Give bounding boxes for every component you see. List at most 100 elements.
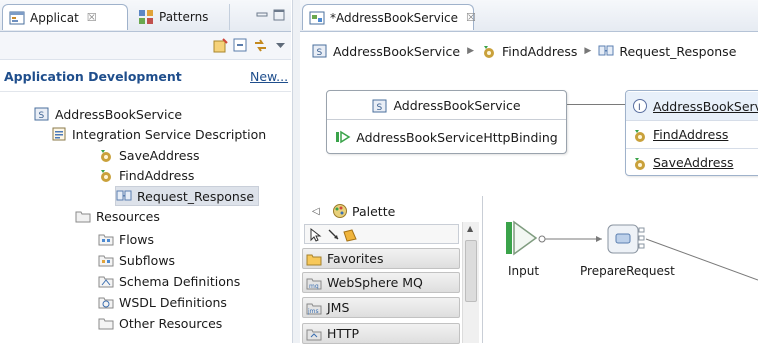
left-view-toolbar [0, 32, 291, 60]
tree-item-other-resources[interactable]: Other Resources [98, 313, 222, 333]
maximize-icon[interactable] [272, 8, 286, 22]
tab-patterns[interactable]: Patterns [132, 4, 230, 30]
gear-operation-icon [98, 167, 114, 183]
connection-tool-icon[interactable] [326, 227, 342, 243]
subflows-folder-icon [98, 252, 114, 268]
tree-item-label: Other Resources [119, 315, 223, 331]
tree-item-label: Schema Definitions [119, 273, 241, 289]
folder-icon: jms [306, 300, 322, 316]
tree-item-label: Subflows [119, 252, 176, 268]
svg-text:mq: mq [309, 283, 319, 290]
tree-item-label: Flows [119, 231, 155, 247]
breadcrumb-item[interactable]: Request_Response [619, 44, 736, 59]
tree-item-label: Integration Service Description [72, 126, 267, 142]
collapse-all-icon[interactable] [232, 37, 249, 54]
tree-item-wsdl-definitions[interactable]: WSDL Definitions [98, 292, 227, 312]
gear-operation-icon [98, 147, 114, 163]
gear-operation-icon [632, 127, 648, 143]
drawer-label: JMS [327, 300, 350, 315]
input-node-icon[interactable] [504, 218, 542, 258]
service-icon: S [312, 43, 328, 59]
tree-item-schema-definitions[interactable]: Schema Definitions [98, 271, 240, 291]
prepare-request-node-label: PrepareRequest [580, 264, 675, 278]
scroll-up-icon[interactable]: ▲ [467, 224, 473, 233]
binding-row[interactable]: AddressBookServiceHttpBinding [327, 123, 566, 151]
palette-collapse-icon[interactable]: ◁ [312, 206, 320, 217]
tree-item-saveaddress[interactable]: SaveAddress [98, 145, 199, 165]
tree-item-label: SaveAddress [119, 147, 200, 163]
breadcrumb-item[interactable]: AddressBookService [333, 44, 460, 59]
flows-folder-icon [98, 231, 114, 247]
tree-item-flows[interactable]: Flows [98, 229, 154, 249]
link-with-editor-icon[interactable] [252, 37, 269, 54]
tree-item-findaddress[interactable]: FindAddress [98, 165, 194, 185]
folder-icon: mq [306, 275, 322, 291]
select-tool-icon[interactable] [308, 227, 324, 243]
isd-icon [51, 126, 67, 142]
palette: ◁ Palette Favorites mq WebSphere MQ jms … [300, 196, 483, 344]
close-icon[interactable]: ☒ [87, 11, 97, 24]
drawer-label: HTTP [327, 326, 359, 341]
folder-icon [75, 208, 91, 224]
tab-label: Applicat [30, 10, 79, 25]
interface-title[interactable]: AddressBookServ [653, 99, 758, 114]
application-view-icon [9, 10, 25, 26]
editor-tab-label: *AddressBookService [330, 10, 459, 25]
tree-item-label: Request_Response [137, 188, 255, 204]
tree-item-label: Resources [96, 208, 160, 224]
binding-icon [335, 129, 351, 145]
svg-text:S: S [317, 48, 323, 58]
palette-drawer-jms[interactable]: jms JMS [302, 297, 460, 318]
editor-tab-addressbookservice[interactable]: *AddressBookService ☒ [302, 4, 476, 30]
tree-item-subflows[interactable]: Subflows [98, 250, 175, 270]
tree-item-addressbookservice[interactable]: S AddressBookService [34, 104, 182, 124]
tree-item-label: FindAddress [119, 167, 195, 183]
breadcrumb-item[interactable]: FindAddress [502, 44, 577, 59]
tree-item-request-response[interactable]: Request_Response [115, 186, 260, 206]
palette-scrollbar[interactable]: ▲ [462, 222, 479, 343]
svg-text:S: S [39, 111, 45, 121]
view-sash[interactable] [292, 0, 300, 343]
interface-box[interactable]: I AddressBookServ FindAddress SaveAddres… [625, 90, 758, 176]
tree-item-isd[interactable]: Integration Service Description [51, 124, 266, 144]
prepare-request-node-icon[interactable] [604, 222, 646, 256]
tree-item-label: AddressBookService [55, 106, 183, 122]
tree-item-resources[interactable]: Resources [75, 206, 160, 226]
tab-application[interactable]: Applicat ☒ [2, 4, 128, 30]
service-interface-connector [567, 104, 625, 105]
palette-drawer-favorites[interactable]: Favorites [302, 248, 460, 269]
drawer-label: WebSphere MQ [327, 275, 423, 290]
operation-link[interactable]: SaveAddress [653, 155, 733, 170]
svg-text:jms: jms [307, 308, 319, 315]
svg-text:I: I [638, 103, 641, 113]
editor-tabbar: *AddressBookService ☒ [300, 0, 758, 32]
minimize-icon[interactable] [255, 8, 269, 22]
request-response-icon [116, 188, 132, 204]
breadcrumb-separator-icon: ▶ [584, 46, 592, 56]
service-icon: S [34, 106, 50, 122]
interface-title-row: I AddressBookServ [626, 92, 758, 120]
service-box-title-row: S AddressBookService [327, 92, 566, 120]
request-response-icon [598, 43, 614, 59]
palette-drawer-websphere-mq[interactable]: mq WebSphere MQ [302, 272, 460, 293]
new-link[interactable]: New... [250, 69, 288, 84]
folder-icon [306, 326, 322, 342]
close-icon[interactable]: ☒ [466, 11, 476, 24]
service-icon: S [372, 98, 388, 114]
view-menu-icon[interactable] [272, 37, 289, 54]
operation-link[interactable]: FindAddress [653, 127, 728, 142]
palette-drawer-http[interactable]: HTTP [302, 323, 460, 344]
flow-canvas[interactable]: Input PrepareRequest [484, 196, 758, 343]
service-box[interactable]: S AddressBookService AddressBookServiceH… [326, 90, 567, 154]
operation-row-findaddress[interactable]: FindAddress [626, 120, 758, 148]
operation-row-saveaddress[interactable]: SaveAddress [626, 148, 758, 175]
drawer-label: Favorites [327, 251, 384, 266]
tab-label: Patterns [159, 10, 209, 24]
patterns-icon [138, 9, 154, 25]
palette-title: Palette [352, 204, 396, 219]
scroll-thumb[interactable] [465, 240, 477, 302]
folder-icon [306, 251, 322, 267]
gear-operation-icon [632, 155, 648, 171]
note-tool-icon[interactable] [342, 227, 358, 243]
new-icon[interactable] [212, 37, 229, 54]
